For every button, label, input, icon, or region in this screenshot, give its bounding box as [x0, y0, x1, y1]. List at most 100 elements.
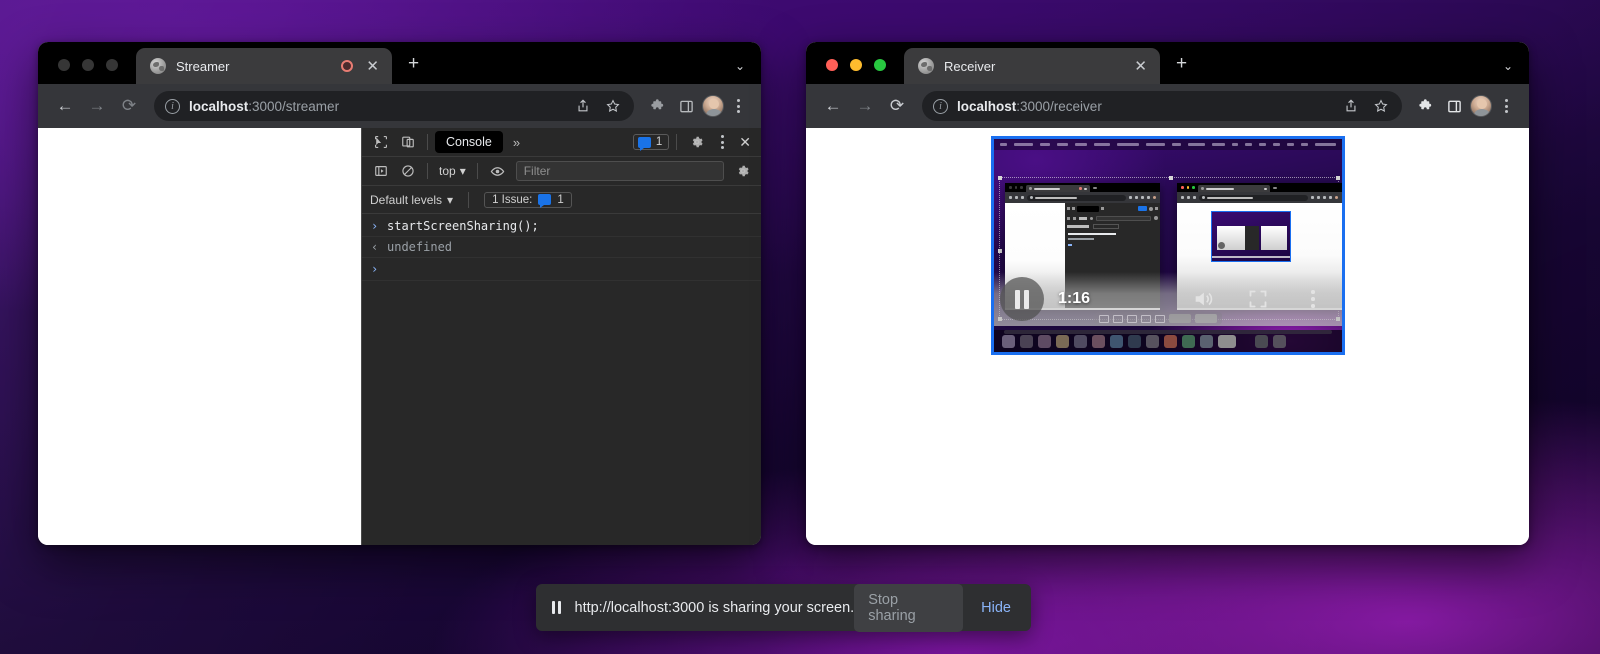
close-icon[interactable]: ✕	[1131, 59, 1150, 74]
browser-window-streamer: Streamer ✕ + ⌄ ← → ⟳ i localhost:3000/st…	[38, 42, 761, 545]
fullscreen-icon[interactable]	[1248, 289, 1268, 309]
console-levels-row: Default levels ▾ 1 Issue: 1	[362, 186, 761, 214]
mini-toolbar	[1005, 192, 1160, 203]
browser-menu-kebab-icon[interactable]	[727, 95, 749, 117]
url-path: :3000/streamer	[248, 98, 340, 114]
console-prompt[interactable]: ›	[362, 258, 761, 281]
tab-console[interactable]: Console	[435, 131, 503, 153]
new-tab-button[interactable]: +	[1160, 54, 1201, 84]
tab-title: Receiver	[944, 58, 996, 74]
mini-toolbar	[1177, 192, 1342, 203]
devtools-overflow-icon[interactable]: »	[505, 135, 528, 150]
bookmark-star-icon[interactable]	[600, 93, 626, 119]
console-output-text: undefined	[387, 240, 453, 254]
clear-console-icon[interactable]	[395, 160, 420, 183]
close-devtools-icon[interactable]: ✕	[735, 134, 755, 151]
minimize-window-button[interactable]	[82, 59, 94, 71]
context-label: top	[439, 164, 456, 178]
address-bar-url: localhost:3000/receiver	[957, 99, 1329, 114]
side-panel-icon[interactable]	[673, 93, 699, 119]
gear-icon[interactable]	[684, 131, 709, 154]
live-expression-eye-icon[interactable]	[485, 160, 510, 183]
sharing-message: http://localhost:3000 is sharing your sc…	[574, 599, 855, 616]
issue-summary-badge[interactable]: 1 Issue: 1	[484, 191, 572, 208]
chevron-down-icon[interactable]: ⌄	[735, 59, 745, 73]
divider	[427, 134, 428, 150]
issues-counter[interactable]: 1	[632, 134, 670, 151]
side-panel-icon[interactable]	[1441, 93, 1467, 119]
pause-button[interactable]	[1000, 277, 1044, 321]
close-icon[interactable]: ✕	[363, 59, 382, 74]
devtools-toolbar: Console » 1 ✕	[362, 128, 761, 157]
filter-settings-gear-icon[interactable]	[730, 160, 755, 183]
back-button[interactable]: ←	[818, 91, 848, 121]
url-host: localhost	[957, 98, 1017, 114]
console-filter-input[interactable]: Filter	[515, 161, 724, 181]
page-viewport-streamer	[38, 128, 361, 545]
console-line: › startScreenSharing();	[362, 216, 761, 237]
extensions-puzzle-icon[interactable]	[644, 93, 670, 119]
device-toolbar-icon[interactable]	[395, 131, 420, 154]
close-window-button[interactable]	[58, 59, 70, 71]
share-icon[interactable]	[1338, 93, 1364, 119]
url-path: :3000/receiver	[1016, 98, 1102, 114]
issue-label: 1 Issue:	[492, 193, 533, 206]
console-prompt-marker: ›	[371, 262, 379, 276]
window-body: Console » 1 ✕ top ▾ Filter Default level…	[38, 128, 761, 545]
inspect-cursor-icon[interactable]	[368, 131, 393, 154]
chevron-down-icon[interactable]: ⌄	[1503, 59, 1513, 73]
profile-avatar[interactable]	[1470, 95, 1492, 117]
console-line: ‹ undefined	[362, 237, 761, 258]
browser-toolbar: ← → ⟳ i localhost:3000/receiver	[806, 84, 1529, 128]
pause-icon	[552, 601, 561, 614]
mini-tabstrip	[1177, 183, 1342, 192]
video-timestamp: 1:16	[1058, 290, 1091, 307]
window-controls[interactable]	[38, 59, 136, 84]
maximize-window-button[interactable]	[874, 59, 886, 71]
new-tab-button[interactable]: +	[392, 54, 433, 84]
hide-button[interactable]: Hide	[969, 592, 1023, 624]
site-info-icon[interactable]: i	[165, 98, 180, 114]
close-window-button[interactable]	[826, 59, 838, 71]
profile-avatar[interactable]	[702, 95, 724, 117]
bookmark-star-icon[interactable]	[1368, 93, 1394, 119]
divider	[468, 191, 470, 208]
forward-button[interactable]: →	[82, 91, 112, 121]
stop-sharing-button[interactable]: Stop sharing	[854, 583, 964, 632]
browser-window-receiver: Receiver ✕ + ⌄ ← → ⟳ i localhost:3000/re…	[806, 42, 1529, 545]
chevron-down-icon: ▾	[447, 192, 454, 207]
address-bar[interactable]: i localhost:3000/receiver	[922, 91, 1402, 121]
window-body: 1:16	[806, 128, 1529, 545]
volume-icon[interactable]	[1192, 288, 1214, 310]
maximize-window-button[interactable]	[106, 59, 118, 71]
filter-placeholder: Filter	[523, 164, 551, 178]
tab-receiver[interactable]: Receiver ✕	[904, 48, 1160, 84]
reload-button[interactable]: ⟳	[882, 91, 912, 121]
share-icon[interactable]	[570, 93, 596, 119]
console-filter-toolbar: top ▾ Filter	[362, 157, 761, 186]
video-more-kebab-icon[interactable]	[1302, 288, 1324, 310]
screen-share-video[interactable]: 1:16	[991, 136, 1345, 355]
window-controls[interactable]	[806, 59, 904, 84]
extensions-puzzle-icon[interactable]	[1412, 93, 1438, 119]
tab-title: Streamer	[176, 58, 230, 74]
browser-menu-kebab-icon[interactable]	[1495, 95, 1517, 117]
execution-context-selector[interactable]: top ▾	[435, 164, 470, 178]
site-info-icon[interactable]: i	[933, 98, 948, 114]
devtools-more-kebab-icon[interactable]	[711, 131, 733, 153]
console-output[interactable]: › startScreenSharing(); ‹ undefined ›	[362, 214, 761, 545]
reload-button[interactable]: ⟳	[114, 91, 144, 121]
tab-strip: Streamer ✕ + ⌄	[38, 42, 761, 84]
tab-streamer[interactable]: Streamer ✕	[136, 48, 392, 84]
address-bar[interactable]: i localhost:3000/streamer	[154, 91, 634, 121]
minimize-window-button[interactable]	[850, 59, 862, 71]
console-sidebar-icon[interactable]	[368, 160, 393, 183]
forward-button[interactable]: →	[850, 91, 880, 121]
issue-count: 1	[557, 193, 564, 206]
nested-video	[1211, 211, 1291, 262]
default-levels-selector[interactable]: Default levels ▾	[370, 193, 453, 207]
back-button[interactable]: ←	[50, 91, 80, 121]
console-output-marker: ‹	[371, 240, 379, 254]
url-host: localhost	[189, 98, 249, 114]
tab-strip: Receiver ✕ + ⌄	[806, 42, 1529, 84]
